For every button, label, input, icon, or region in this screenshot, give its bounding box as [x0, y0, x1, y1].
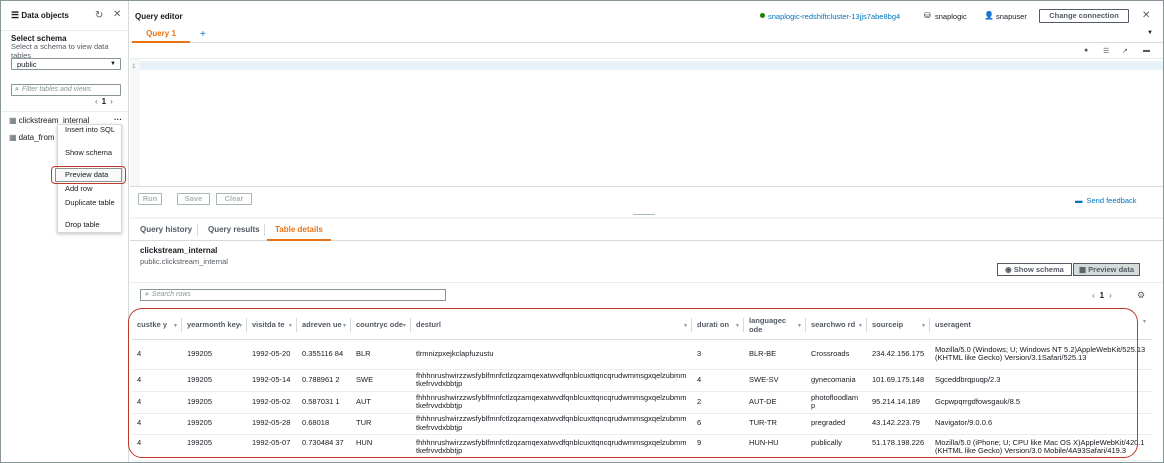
clear-button[interactable]: Clear — [216, 193, 252, 205]
user-icon: 👤 — [984, 11, 994, 20]
save-button[interactable]: Save — [177, 193, 210, 205]
connection-status-icon — [760, 13, 765, 18]
tab-query-results[interactable]: Query results — [200, 219, 268, 241]
close-icon[interactable]: ✕ — [1142, 10, 1150, 21]
database-name: snaplogic — [935, 12, 967, 21]
search-icon: ⌕ — [145, 291, 149, 298]
tab-separator — [264, 224, 265, 236]
annotation-oval — [51, 166, 126, 184]
query-editor-header: Query editor snaplogic-redshiftcluster-1… — [130, 1, 1163, 27]
tab-query-history[interactable]: Query history — [132, 219, 200, 241]
close-icon[interactable]: ✕ — [113, 9, 121, 20]
menu-show-schema[interactable]: Show schema — [65, 148, 120, 158]
result-tabs: Query history Query results Table detail… — [130, 219, 1163, 241]
table-item-data-from[interactable]: ▦ data_from — [9, 133, 55, 142]
tab-table-details[interactable]: Table details — [267, 219, 331, 241]
query-tabs: Query 1 + ▼ — [130, 27, 1163, 43]
expand-icon[interactable]: ↗ — [1122, 47, 1128, 55]
caret-down-icon[interactable]: ▼ — [1142, 319, 1147, 325]
table-icon: ▦ — [9, 116, 17, 125]
prev-page-icon[interactable]: ‹ — [95, 97, 98, 106]
table-path: public.clickstream_internal — [140, 257, 228, 266]
keyboard-icon[interactable]: ▬ — [1143, 47, 1150, 54]
add-tab-icon[interactable]: + — [200, 29, 206, 40]
sql-editor[interactable]: 1 — [130, 59, 1163, 186]
list-icon: ☰ — [11, 10, 20, 20]
run-button[interactable]: Run — [138, 193, 162, 205]
comment-icon[interactable]: ● — [1084, 47, 1088, 54]
tab-query-1[interactable]: Query 1 — [132, 27, 190, 43]
divider — [2, 111, 129, 112]
settings-icon[interactable]: ⚙ — [1137, 290, 1145, 301]
table-name: clickstream_internal — [140, 246, 218, 255]
refresh-icon[interactable]: ↻ — [95, 10, 103, 21]
table-icon: ▦ — [9, 133, 17, 142]
prev-page-icon[interactable]: ‹ — [1092, 291, 1095, 300]
menu-drop-table[interactable]: Drop table — [65, 220, 120, 230]
user-name: snapuser — [996, 12, 1027, 21]
format-icon[interactable]: ☰ — [1103, 47, 1109, 55]
schema-select[interactable]: public ▼ — [11, 58, 121, 70]
left-pager: ‹ 1 › — [95, 97, 113, 106]
change-connection-button[interactable]: Change connection — [1039, 9, 1129, 23]
search-icon: ⌕ — [15, 86, 19, 93]
query-editor-title: Query editor — [135, 12, 183, 21]
caret-down-icon[interactable]: ▼ — [1147, 30, 1153, 36]
radio-icon: ◉ — [1005, 265, 1012, 274]
active-line — [140, 61, 1163, 70]
divider — [130, 282, 1163, 283]
caret-down-icon: ▼ — [110, 61, 116, 67]
next-page-icon[interactable]: › — [110, 97, 113, 106]
next-page-icon[interactable]: › — [1109, 291, 1112, 300]
line-number: 1 — [132, 63, 136, 70]
send-feedback-link[interactable]: ▬ Send feedback — [1075, 196, 1137, 205]
tab-separator — [197, 224, 198, 236]
search-rows-input[interactable]: ⌕ Search rows — [140, 289, 446, 301]
database-icon: ⛁ — [924, 11, 931, 20]
more-options-icon[interactable]: ··· — [114, 115, 122, 124]
show-schema-button[interactable]: ◉ Show schema — [997, 263, 1072, 276]
page-number: 1 — [1099, 291, 1105, 300]
divider — [130, 186, 1163, 187]
editor-toolbar: ● ☰ ↗ ▬ — [130, 43, 1163, 59]
feedback-icon: ▬ — [1075, 196, 1083, 205]
connection-name[interactable]: snaplogic-redshiftcluster-13jjs7abe8bg4 — [768, 12, 900, 21]
menu-add-row[interactable]: Add row — [65, 184, 120, 194]
grid-icon: ▦ — [1078, 265, 1087, 274]
line-gutter: 1 — [130, 59, 140, 186]
preview-data-button[interactable]: ▦ Preview data — [1073, 263, 1140, 276]
annotation-oval — [128, 308, 1138, 458]
menu-duplicate-table[interactable]: Duplicate table — [65, 198, 120, 208]
data-objects-title: ☰ Data objects — [11, 10, 69, 21]
page-number: 1 — [101, 97, 107, 106]
data-objects-header: ☰ Data objects ↻ ✕ — [1, 1, 129, 31]
results-pager: ‹ 1 › — [1092, 291, 1112, 300]
filter-tables-input[interactable]: ⌕ Filter tables and views — [11, 84, 121, 96]
menu-insert-into-sql[interactable]: Insert into SQL — [65, 125, 120, 135]
